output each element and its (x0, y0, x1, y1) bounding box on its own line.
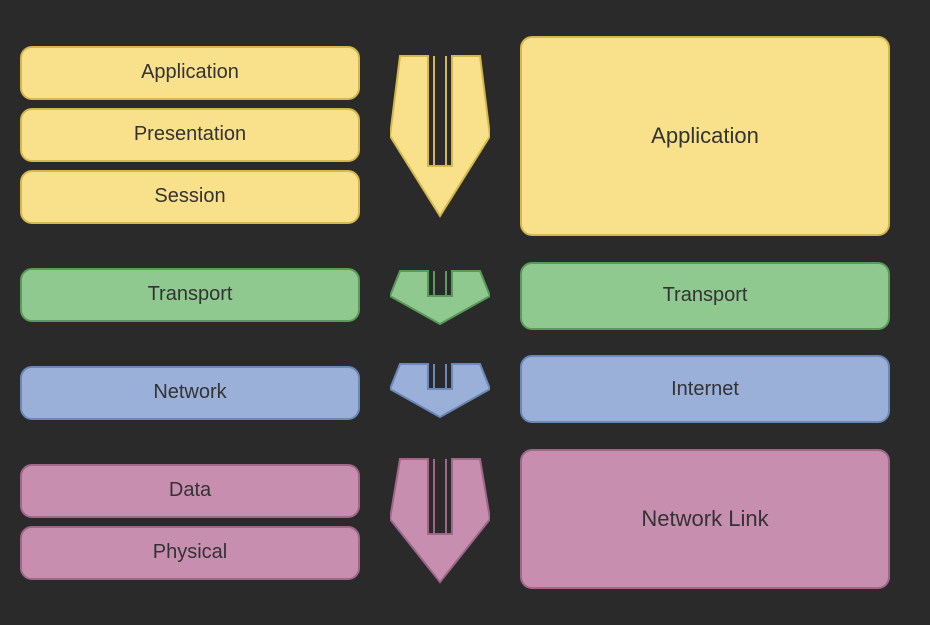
green-group-left: Transport (20, 268, 360, 322)
tcpip-transport-label: Transport (663, 284, 748, 307)
tcpip-internet-box: Internet (520, 355, 890, 423)
osi-network-label: Network (153, 381, 226, 404)
osi-session-label: Session (154, 185, 225, 208)
osi-physical-box: Physical (20, 526, 360, 580)
tcpip-internet-label: Internet (671, 378, 739, 401)
yellow-arrow-icon (390, 46, 490, 226)
yellow-arrow-slot (390, 36, 490, 236)
osi-session-box: Session (20, 170, 360, 224)
osi-presentation-label: Presentation (134, 123, 246, 146)
osi-transport-label: Transport (148, 283, 233, 306)
osi-network-box: Network (20, 366, 360, 420)
osi-data-box: Data (20, 464, 360, 518)
tcpip-transport-box: Transport (520, 262, 890, 330)
tcpip-network-link-box: Network Link (520, 449, 890, 589)
blue-group-left: Network (20, 366, 360, 420)
tcpip-model-column: Application Transport Internet Network L… (520, 18, 890, 608)
green-arrow-slot (390, 262, 490, 330)
osi-tcpip-diagram: Application Presentation Session Transpo… (20, 18, 910, 608)
osi-data-label: Data (169, 479, 211, 502)
osi-physical-label: Physical (153, 541, 227, 564)
tcpip-application-label: Application (651, 123, 759, 149)
osi-model-column: Application Presentation Session Transpo… (20, 18, 360, 608)
green-arrow-icon (390, 266, 490, 326)
pink-group-left: Data Physical (20, 464, 360, 580)
osi-application-label: Application (141, 61, 239, 84)
yellow-group: Application Presentation Session (20, 46, 360, 224)
pink-arrow-slot (390, 449, 490, 589)
pink-arrow-icon (390, 454, 490, 584)
arrows-column (360, 18, 520, 608)
blue-arrow-icon (390, 359, 490, 419)
tcpip-application-box: Application (520, 36, 890, 236)
blue-arrow-slot (390, 355, 490, 423)
osi-presentation-box: Presentation (20, 108, 360, 162)
osi-application-box: Application (20, 46, 360, 100)
tcpip-network-link-label: Network Link (641, 506, 768, 532)
osi-transport-box: Transport (20, 268, 360, 322)
